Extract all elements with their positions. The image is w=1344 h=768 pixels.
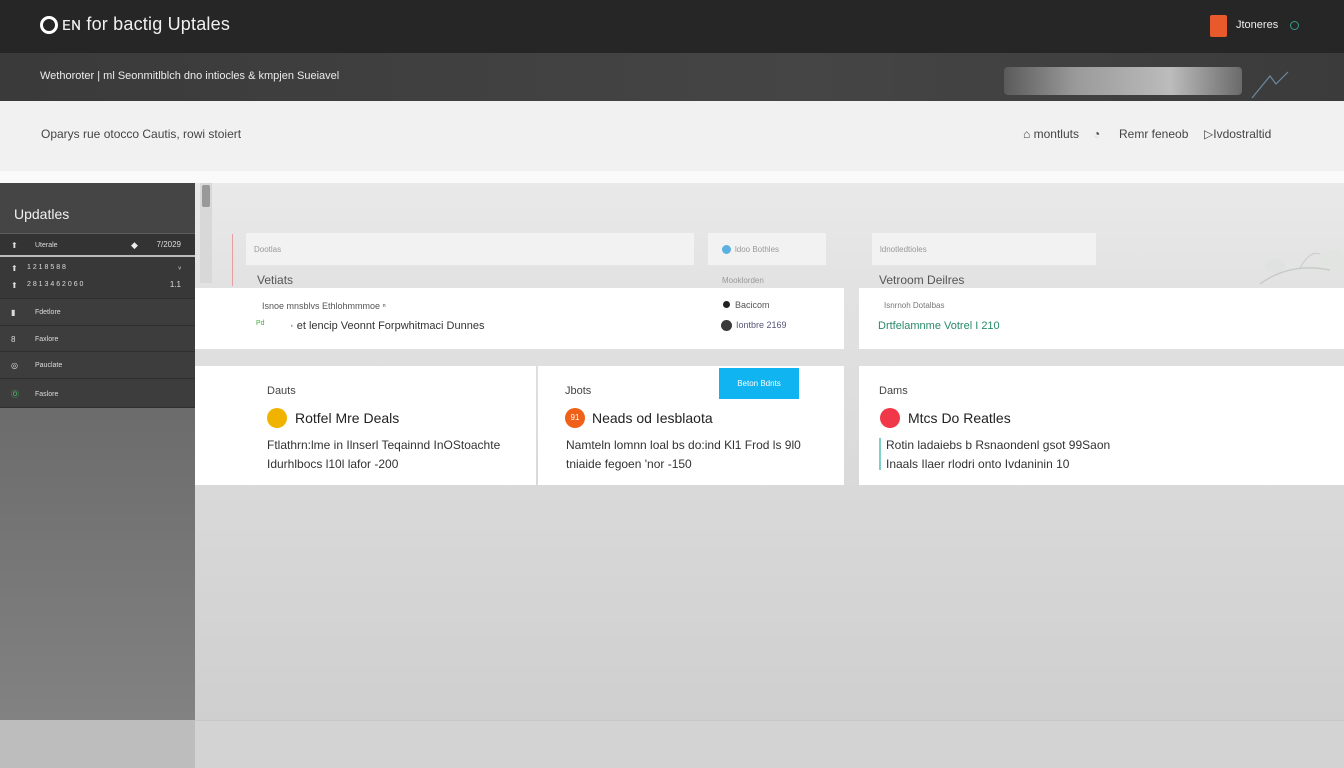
info-icon <box>722 245 731 254</box>
sidebar-item-label: Pauclate <box>35 362 63 369</box>
sidebar-item-label: Fdetlore <box>35 309 61 316</box>
panel-mid-tag: ldoo Bothles <box>735 245 780 254</box>
alert-icon <box>880 408 900 428</box>
card-line-2: Idurhlbocs l10l lafor -200 <box>267 457 399 471</box>
card-1[interactable]: Dauts Rotfel Mre Deals Ftlathrn:lme in I… <box>195 366 536 485</box>
accent-bar <box>879 438 881 470</box>
row-number: Pd <box>256 320 265 327</box>
sidebar-item-2[interactable]: ⬆ 1 2 1 8 5 8 8 ᵥ ⬆ 2 8 1 3 4 6 2 0 6 0 … <box>0 257 195 299</box>
filter-link-label: montluts <box>1033 127 1079 141</box>
sidebar-item-label: Faslore <box>35 391 59 398</box>
filter-link-label: Ivdostraltid <box>1213 127 1272 141</box>
row-marker-icon: · <box>290 320 294 332</box>
filter-toggle-icon[interactable]: ◔ <box>1093 127 1100 141</box>
divider <box>0 171 1344 183</box>
search-input[interactable] <box>1004 67 1242 95</box>
panel-right-heading: Vetroom Deilres <box>879 273 965 287</box>
logo-icon[interactable] <box>40 16 58 34</box>
bar-icon: ▮ <box>11 308 16 317</box>
card-line-1: Rotin ladaiebs b Rsnaondenl gsot 99Saon <box>886 438 1111 452</box>
badge-icon: 91 <box>565 408 585 428</box>
panel-right-subtext: Isnrnoh Dotalbas <box>884 301 945 310</box>
target-icon: ◎ <box>11 361 18 370</box>
card-line-2: tniaide fegoen 'nor -150 <box>566 457 692 471</box>
sidebar-item-4[interactable]: 8 Faxlore <box>0 326 195 352</box>
panel-mid-item-2[interactable]: Iontbre 2169 <box>736 320 787 330</box>
filter-link-1[interactable]: ⌂ montluts <box>1023 127 1079 141</box>
primary-button[interactable]: Beton Bdnts <box>719 368 799 399</box>
panel-right-row[interactable]: Drtfelamnme Votrel I 210 <box>878 320 1000 332</box>
sidebar-item-6[interactable]: Ⓞ Faslore <box>0 379 195 408</box>
card-3[interactable]: Dams Mtcs Do Reatles Rotin ladaiebs b Rs… <box>859 366 1344 485</box>
panel-left-row-text: et lencip Veonnt Forpwhitmaci Dunnes <box>296 320 485 332</box>
trend-icon <box>1251 71 1289 99</box>
pin-icon: ⌂ <box>1023 127 1034 141</box>
circle-icon: Ⓞ <box>11 390 19 399</box>
panel-mid-item-1[interactable]: Bacicom <box>735 300 770 310</box>
card-head: Dauts <box>267 385 296 397</box>
panel-left-tag: Dootlas <box>254 245 282 254</box>
sidebar-item-label: 2 8 1 3 4 6 2 0 6 0 <box>27 281 84 288</box>
avatar-icon <box>721 320 732 331</box>
card-line-2: Inaals Ilaer rlodri onto Ivdaninin 10 <box>886 457 1070 471</box>
sidebar-item-label: Faxlore <box>35 336 59 343</box>
star-icon <box>267 408 287 428</box>
card-head: Jbots <box>565 385 592 397</box>
user-avatar[interactable] <box>1210 15 1227 37</box>
filter-summary: Oparys rue otocco Cautis, rowi stoiert <box>41 127 242 141</box>
panel-left-body <box>195 288 844 349</box>
chevron-icon: ▷ <box>1204 127 1214 141</box>
decoration-icon <box>1259 250 1344 285</box>
panel-left-tab <box>246 233 694 265</box>
chevron-down-icon: ᵥ <box>178 262 181 271</box>
card-title: Neads od Iesblaota <box>592 410 713 426</box>
panel-right-body <box>859 288 1344 349</box>
card-head: Dams <box>879 385 908 397</box>
sidebar-footer <box>0 720 195 768</box>
sidebar-item-3[interactable]: ▮ Fdetlore <box>0 299 195 326</box>
sidebar-item-1[interactable]: ⬆ Uterale ◆ 7/2029 <box>0 234 195 257</box>
filter-link-2[interactable]: Remr feneob <box>1119 127 1188 141</box>
sidebar-item-5[interactable]: ◎ Pauclate <box>0 352 195 379</box>
sidebar-item-label: 1 2 1 8 5 8 8 <box>27 264 66 271</box>
user-name[interactable]: Jtoneres <box>1236 19 1278 31</box>
footer-bar <box>195 720 1344 768</box>
sidebar-title: Updatles <box>14 206 70 222</box>
arrow-icon: ⬆ <box>11 264 18 273</box>
scrollbar-thumb[interactable] <box>202 185 210 207</box>
status-icon <box>1290 21 1299 30</box>
divider <box>232 234 233 286</box>
breadcrumb: Wethoroter | ml Seonmitlblch dno intiocl… <box>40 70 340 82</box>
sidebar-item-meta: 7/2029 <box>156 240 181 249</box>
arrow-icon: ⬆ <box>11 281 18 290</box>
sidebar-item-meta: 1.1 <box>169 280 181 289</box>
diamond-icon: ◆ <box>131 240 138 250</box>
panel-left-subtext: Isnoe mnsblvs Ethlohmmmoe ⁿ <box>262 301 386 311</box>
app-title: ᴇɴ for bactig Uptales <box>62 14 231 34</box>
arrow-icon: ⬆ <box>11 241 18 250</box>
filter-link-3[interactable]: ▷Ivdostraltid <box>1204 127 1271 141</box>
bullet-icon <box>723 301 730 308</box>
sidebar-item-label: Uterale <box>35 242 58 249</box>
panel-mid-subhead: Mooklorden <box>722 276 764 285</box>
panel-left-row[interactable]: · et lencip Veonnt Forpwhitmaci Dunnes <box>290 320 484 332</box>
panel-left-heading: Vetiats <box>257 273 294 287</box>
settings-icon: 8 <box>11 335 16 344</box>
card-line-1: Ftlathrn:lme in Ilnserl Teqainnd InOStoa… <box>267 438 501 452</box>
panel-right-tag: ldnotledtioles <box>880 245 927 254</box>
card-title: Rotfel Mre Deals <box>295 410 400 426</box>
card-title: Mtcs Do Reatles <box>908 410 1011 426</box>
card-line-1: Namteln lomnn loal bs do:ind Kl1 Frod ls… <box>566 438 801 452</box>
